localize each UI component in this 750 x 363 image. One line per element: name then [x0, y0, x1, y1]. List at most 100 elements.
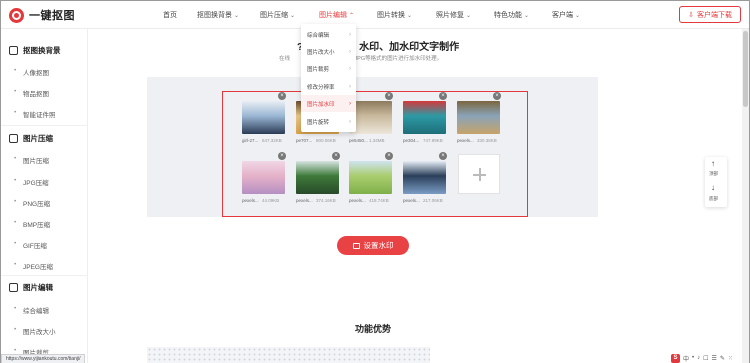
remove-image-icon[interactable]: × [385, 92, 393, 100]
image-thumbnail[interactable] [403, 161, 446, 194]
nav-label: 首页 [163, 12, 177, 19]
arrow-down-icon[interactable]: ↓ [711, 183, 715, 192]
divider [1, 125, 88, 126]
watermark-button-label: 设置水印 [363, 241, 394, 250]
sidebar-item-portrait-cutout[interactable]: 人像抠图 [14, 67, 49, 77]
page-scrollbar[interactable] [742, 29, 749, 363]
site-logo[interactable]: 一键抠图 [9, 7, 75, 23]
ime-menu-icon[interactable]: ☰ [712, 355, 717, 362]
sidebar-item-gif-compress[interactable]: GIF压缩 [14, 240, 47, 250]
sidebar-item-object-cutout[interactable]: 物品抠图 [14, 88, 49, 98]
chevron-down-icon: ⌄ [234, 13, 240, 19]
image-thumbnail[interactable] [296, 161, 339, 194]
add-image-button[interactable] [458, 154, 500, 194]
advantages-card [147, 347, 430, 363]
divider [1, 275, 88, 276]
chevron-down-icon: ⌄ [407, 13, 413, 19]
section-title: 抠图换背景 [23, 46, 61, 55]
ime-logo-icon[interactable]: S [671, 353, 680, 363]
remove-image-icon[interactable]: × [439, 152, 447, 160]
dropdown-item-resolution[interactable]: 修改分辨率 › [301, 78, 356, 95]
status-url: https://www.yijiankoutu.com/tianji/ [1, 354, 86, 363]
image-filename: pe304... [403, 138, 420, 143]
logo-text: 一键抠图 [29, 10, 75, 22]
remove-image-icon[interactable]: × [332, 152, 340, 160]
sidebar-item-resize[interactable]: 图片改大小 [14, 326, 55, 336]
chevron-down-icon: ⌄ [575, 13, 581, 19]
chevron-down-icon: ⌄ [524, 13, 530, 19]
image-filename: girl-27... [242, 138, 259, 143]
ime-skin-icon[interactable]: ✎ [720, 355, 725, 362]
image-edit-dropdown: 综合编辑 › 图片改大小 › 图片裁剪 › 修改分辨率 › 图片加水印 › 图片旋转 › [301, 24, 356, 132]
nav-photo-repair[interactable]: 照片修复 ⌄ [436, 10, 471, 20]
image-filename: pexels... [457, 138, 474, 143]
nav-special-features[interactable]: 特色功能 ⌄ [494, 10, 529, 20]
sidebar-item-image-compress[interactable]: 图片压缩 [14, 155, 49, 165]
image-thumbnail[interactable] [242, 101, 285, 134]
ime-voice-icon[interactable]: ♪ [697, 355, 700, 361]
scroll-top-label[interactable]: 顶部 [709, 171, 718, 177]
sidebar-item-jpeg-compress[interactable]: JPEG压缩 [14, 261, 53, 271]
ime-grid-icon[interactable]: ⁙ [728, 355, 733, 362]
remove-image-icon[interactable]: × [439, 92, 447, 100]
remove-image-icon[interactable]: × [278, 92, 286, 100]
chevron-right-icon: › [349, 118, 351, 125]
title-text: 水印、加水印文字制作 [359, 42, 460, 53]
remove-image-icon[interactable]: × [385, 152, 393, 160]
dropdown-label: 修改分辨率 [307, 84, 335, 91]
logo-icon [9, 7, 24, 23]
image-thumbnail[interactable] [457, 101, 500, 134]
dropdown-item-rotate[interactable]: 图片旋转 › [301, 113, 356, 130]
subtitle-prefix: 在线 [279, 56, 291, 62]
dropdown-item-general-edit[interactable]: 综合编辑 › [301, 26, 356, 43]
sidebar-section-compress[interactable]: 图片压缩 [9, 133, 53, 144]
chevron-up-icon: ⌃ [349, 13, 355, 19]
ime-punct-icon[interactable]: • [692, 355, 694, 361]
nav-image-edit[interactable]: 图片编辑 ⌃ [319, 10, 354, 20]
chevron-right-icon: › [349, 83, 351, 90]
scrollbar-thumb[interactable] [743, 31, 748, 107]
remove-image-icon[interactable]: × [493, 92, 501, 100]
nav-cutout-background[interactable]: 抠图换背景 ⌄ [197, 10, 239, 20]
dropdown-item-resize[interactable]: 图片改大小 › [301, 43, 356, 60]
sidebar-item-id-photo[interactable]: 智能证件照 [14, 109, 55, 119]
image-thumbnail[interactable] [349, 161, 392, 194]
image-thumbnail[interactable] [242, 161, 285, 194]
ime-lang-icon[interactable]: 中 [683, 354, 689, 363]
sidebar-item-general-edit[interactable]: 综合编辑 [14, 305, 49, 315]
nav-label: 照片修复 [436, 12, 464, 19]
image-filesize: 44.09KB [262, 198, 280, 203]
ime-keyboard-icon[interactable]: ☐ [703, 355, 708, 362]
image-thumbnail[interactable] [403, 101, 446, 134]
dropdown-item-crop[interactable]: 图片裁剪 › [301, 60, 356, 77]
scroll-bottom-label[interactable]: 底部 [709, 196, 718, 202]
image-filesize: 330.38KB [477, 138, 497, 143]
arrow-up-icon[interactable]: ↑ [711, 159, 715, 168]
nav-image-compress[interactable]: 图片压缩 ⌄ [260, 10, 295, 20]
nav-image-convert[interactable]: 图片转换 ⌄ [377, 10, 412, 20]
chevron-right-icon: › [349, 100, 351, 107]
nav-client[interactable]: 客户端 ⌄ [552, 10, 580, 20]
compress-icon [9, 134, 18, 143]
sidebar-item-jpg-compress[interactable]: JPG压缩 [14, 177, 49, 187]
nav-label: 抠图换背景 [197, 12, 232, 19]
image-filesize: 217.06KB [423, 198, 443, 203]
sidebar-section-cutout[interactable]: 抠图换背景 [9, 45, 61, 56]
image-filename: pexels... [242, 198, 259, 203]
sidebar-section-edit[interactable]: 图片编辑 [9, 282, 53, 293]
dropdown-item-add-watermark[interactable]: 图片加水印 › [301, 95, 356, 112]
top-navigation-bar: 一键抠图 首页 抠图换背景 ⌄ 图片压缩 ⌄ 图片编辑 ⌃ 图片转换 ⌄ 照片修复 ⌄ 特… [1, 1, 749, 29]
nav-label: 特色功能 [494, 12, 522, 19]
set-watermark-button[interactable]: 设置水印 [337, 236, 409, 255]
image-filesize: 647.32KB [262, 138, 282, 143]
nav-home[interactable]: 首页 [163, 10, 177, 20]
remove-image-icon[interactable]: × [278, 152, 286, 160]
scroll-float-panel: ↑ 顶部 ↓ 底部 [705, 157, 727, 207]
advantages-heading: 功能优势 [355, 324, 392, 334]
section-title: 图片压缩 [23, 134, 53, 143]
sidebar-item-png-compress[interactable]: PNG压缩 [14, 198, 50, 208]
download-icon: ⇩ [688, 11, 694, 19]
image-filename: pe707... [296, 138, 313, 143]
client-download-button[interactable]: ⇩ 客户端下载 [679, 6, 741, 23]
sidebar-item-bmp-compress[interactable]: BMP压缩 [14, 219, 50, 229]
